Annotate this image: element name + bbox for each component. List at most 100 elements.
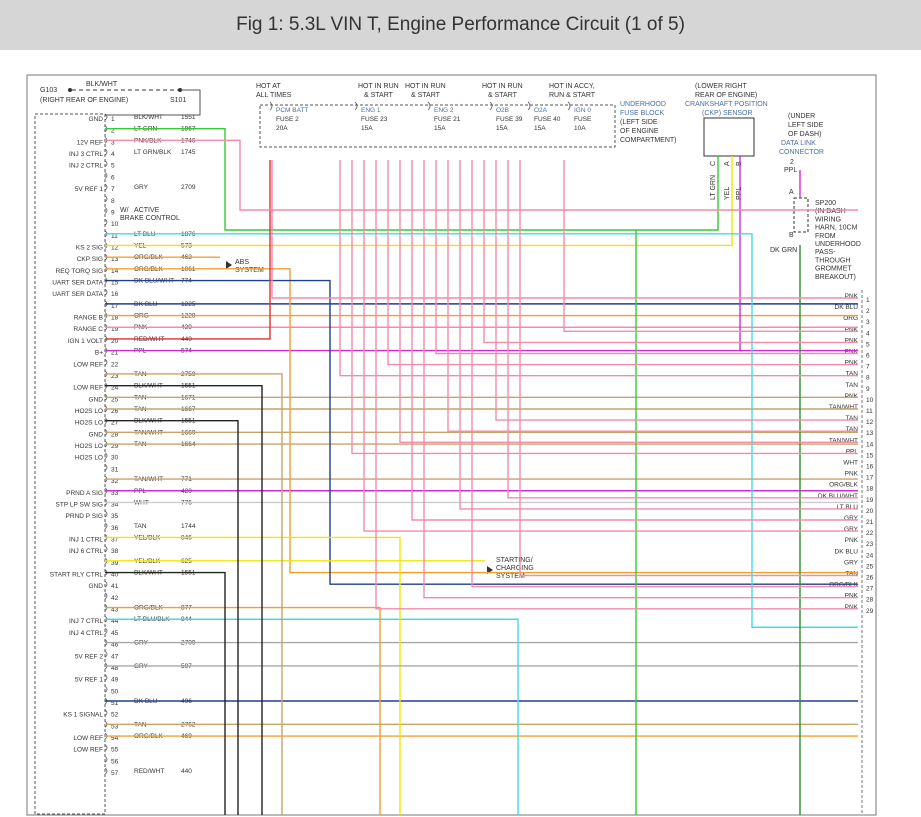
right-wire-color: WHT — [843, 460, 858, 467]
dlc-loc: LEFT SIDE — [788, 122, 824, 129]
pcm-pin-label: LOW REF — [73, 385, 103, 392]
pcm-pin-number: 55 — [111, 747, 119, 754]
right-wire-color: GRY — [844, 526, 859, 533]
fuse-number: FUSE 40 — [534, 116, 561, 123]
fuse-number: FUSE 23 — [361, 116, 388, 123]
right-pin-number: 26 — [866, 575, 874, 582]
pcm-pin-number: 57 — [111, 770, 119, 777]
pcm-pin-label: UART SER DATA — [52, 291, 103, 298]
pcm-pin-number: 56 — [111, 758, 119, 765]
pcm-pin-label: 5V REF 1 — [75, 677, 104, 684]
fuse-block-label: COMPARTMENT) — [620, 137, 677, 144]
ckp-loc: REAR OF ENGINE) — [695, 92, 757, 99]
right-wire-color: DK BLU — [835, 304, 859, 311]
pcm-pin-label: INJ 6 CTRL — [69, 548, 103, 555]
fuse-header-1b: & START — [364, 92, 394, 99]
right-pin-number: 28 — [866, 597, 874, 604]
right-pin-number: 29 — [866, 608, 874, 615]
ckp-name: CRANKSHAFT POSITION — [685, 101, 768, 108]
right-wire-color: PNK — [845, 349, 859, 356]
right-pin-number: 24 — [866, 552, 874, 559]
brake-note-c: BRAKE CONTROL — [120, 215, 180, 222]
pcm-pin-label: GND — [89, 583, 104, 590]
sp200-label: FROM — [815, 233, 836, 240]
pcm-pin-number: 22 — [111, 361, 119, 368]
right-wire-color: PNK — [845, 337, 859, 344]
ckp-wire: YEL — [724, 187, 731, 200]
fuse-icon — [354, 101, 358, 111]
pcm-pin-label: 12V REF — [77, 139, 103, 146]
sp200-label: UNDERHOOD — [815, 241, 861, 248]
wire-segment — [387, 160, 858, 366]
wire-segment — [423, 160, 858, 599]
fuse-icon — [489, 101, 493, 111]
pcm-pin-number: 7 — [111, 186, 115, 193]
fuse-header-5b: RUN & START — [549, 92, 596, 99]
pcm-pin-number: 8 — [111, 198, 115, 205]
fuse-name: O2B — [496, 107, 509, 114]
pcm-pin-label: HO2S LO — [75, 420, 103, 427]
wire-segment — [411, 160, 858, 521]
right-pin-number: 8 — [866, 375, 870, 382]
right-pin-number: 20 — [866, 508, 874, 515]
pcm-pin-number: 31 — [111, 466, 119, 473]
right-pin-number: 4 — [866, 330, 870, 337]
fuse-header-0a: HOT AT — [256, 83, 281, 90]
pcm-pin-label: INJ 4 CTRL — [69, 630, 103, 637]
pcm-pin-label: STP LP SW SIG — [56, 501, 103, 508]
sp200-wire: DK GRN — [770, 247, 797, 254]
pcm-pin-number: 38 — [111, 548, 119, 555]
sp200-label: (IN DASH — [815, 208, 846, 215]
right-pin-number: 3 — [866, 319, 870, 326]
pcm-pin-label: INJ 1 CTRL — [69, 536, 103, 543]
dlc-loc: OF DASH) — [788, 131, 821, 138]
pcm-pin-label: START RLY CTRL — [50, 572, 104, 579]
pcm-pin-label: GND — [89, 116, 104, 123]
fuse-header-2b: & START — [411, 92, 441, 99]
wiring-diagram: G103 (RIGHT REAR OF ENGINE) BLK/WHT S101 GND… — [26, 74, 877, 816]
right-pin-number: 2 — [866, 308, 870, 315]
pcm-pin-label: LOW REF — [73, 361, 103, 368]
fuse-icon — [269, 101, 273, 111]
dlc-pin: 2 — [790, 159, 794, 166]
right-pin-number: 5 — [866, 341, 870, 348]
fuse-name: IGN 0 — [574, 107, 591, 114]
sp200-pin-a: A — [789, 189, 794, 196]
ground-dot — [68, 88, 72, 92]
fuse-block-label: FUSE BLOCK — [620, 110, 665, 117]
splice-label: S101 — [170, 97, 186, 104]
pcm-pin-label: RANGE B — [74, 315, 103, 322]
pcm-pin-number: 50 — [111, 688, 119, 695]
fuse-number: FUSE 39 — [496, 116, 523, 123]
fuse-amps: 15A — [361, 125, 373, 132]
dlc-name2: CONNECTOR — [779, 149, 824, 156]
pcm-pin-label: KS 2 SIG — [76, 244, 103, 251]
fuse-number: FUSE — [574, 116, 592, 123]
right-wire-color: GRY — [844, 515, 859, 522]
right-wire-color: TAN — [845, 415, 858, 422]
pcm-pin-label: B+ — [95, 350, 103, 357]
right-pin-number: 27 — [866, 586, 874, 593]
fuse-header-2a: HOT IN RUN — [405, 83, 446, 90]
right-pin-number: 1 — [866, 297, 870, 304]
sp200-pin-b: B — [789, 232, 794, 239]
dlc-loc: (UNDER — [788, 113, 815, 120]
pcm-pin-number: 49 — [111, 677, 119, 684]
sp200-label: GROMMET — [815, 266, 852, 273]
fuse-name: ENG 2 — [434, 107, 454, 114]
ground-wire: BLK/WHT — [86, 81, 118, 88]
sp200-box — [793, 197, 809, 233]
right-pin-number: 17 — [866, 475, 874, 482]
ckp-short: (CKP) SENSOR — [702, 110, 753, 117]
right-wire-color: TAN/WHT — [829, 404, 858, 411]
ckp-loc: (LOWER RIGHT — [695, 83, 747, 90]
right-pin-number: 22 — [866, 530, 874, 537]
pcm-pin-label: GND — [89, 396, 104, 403]
fuse-icon — [427, 101, 431, 111]
right-wire-color: TAN — [845, 571, 858, 578]
right-wire-color: DK BLU — [835, 548, 859, 555]
pcm-pin-label: GND — [89, 431, 104, 438]
right-pin-number: 23 — [866, 541, 874, 548]
right-wire-color: PNK — [845, 393, 859, 400]
right-pin-number: 19 — [866, 497, 874, 504]
